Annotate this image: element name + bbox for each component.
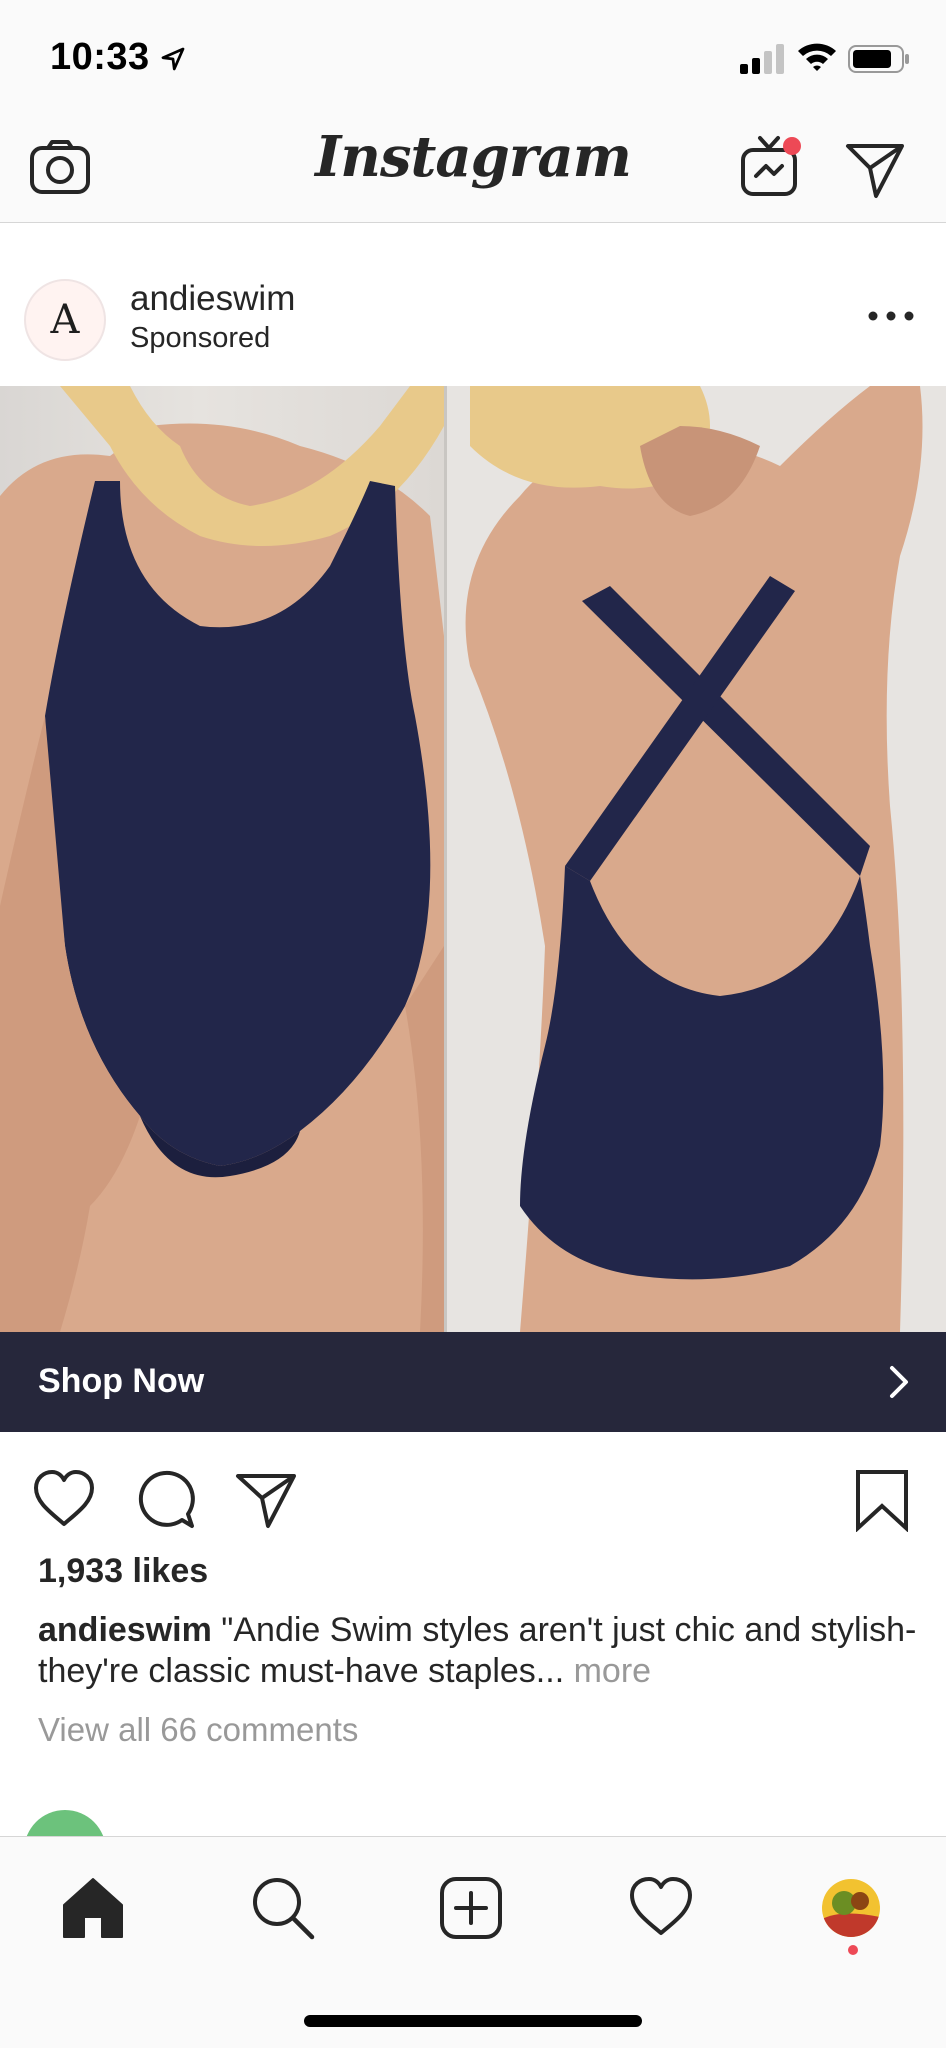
- cellular-signal-icon: [740, 44, 784, 74]
- likes-count[interactable]: 1,933 likes: [38, 1552, 208, 1591]
- location-arrow-icon: [161, 47, 185, 71]
- share-icon[interactable]: [234, 1468, 298, 1532]
- profile-picture: [822, 1879, 880, 1937]
- caption-more-link[interactable]: more: [564, 1652, 651, 1690]
- igtv-icon[interactable]: [738, 134, 804, 200]
- battery-icon: [848, 45, 909, 73]
- swimsuit-illustration: [0, 386, 946, 1332]
- search-icon[interactable]: [250, 1875, 316, 1941]
- profile-avatar[interactable]: [820, 1877, 882, 1939]
- sponsored-label: Sponsored: [130, 322, 271, 354]
- view-comments-link[interactable]: View all 66 comments: [38, 1711, 358, 1749]
- shop-now-button[interactable]: Shop Now: [0, 1332, 946, 1432]
- home-indicator: [304, 2015, 642, 2027]
- home-icon[interactable]: [60, 1875, 126, 1941]
- profile-notification-dot: [848, 1945, 858, 1955]
- more-options-icon[interactable]: [866, 309, 916, 323]
- chevron-right-icon: [890, 1366, 908, 1398]
- post-actions: [0, 1432, 946, 1552]
- post-header: A andieswim Sponsored: [0, 223, 946, 386]
- direct-message-icon[interactable]: [842, 136, 908, 202]
- caption-username[interactable]: andieswim: [38, 1611, 212, 1649]
- heart-icon[interactable]: [32, 1468, 96, 1532]
- status-bar: 10:33: [0, 0, 946, 116]
- comment-icon[interactable]: [134, 1468, 198, 1532]
- igtv-notification-dot: [783, 137, 801, 155]
- post-caption: andieswim "Andie Swim styles aren't just…: [38, 1610, 918, 1692]
- bookmark-icon[interactable]: [850, 1468, 914, 1532]
- activity-heart-icon[interactable]: [628, 1875, 694, 1941]
- status-time: 10:33: [50, 36, 150, 78]
- wifi-icon: [798, 43, 836, 71]
- tab-bar: [0, 1836, 946, 2048]
- post-username[interactable]: andieswim: [130, 279, 295, 319]
- post-avatar[interactable]: A: [24, 279, 106, 361]
- app-header: Instagram: [0, 116, 946, 223]
- avatar-letter: A: [50, 297, 80, 343]
- shop-now-label: Shop Now: [38, 1362, 205, 1400]
- add-post-icon[interactable]: [438, 1875, 504, 1941]
- instagram-logo: Instagram: [315, 124, 632, 190]
- post-image[interactable]: [0, 386, 946, 1332]
